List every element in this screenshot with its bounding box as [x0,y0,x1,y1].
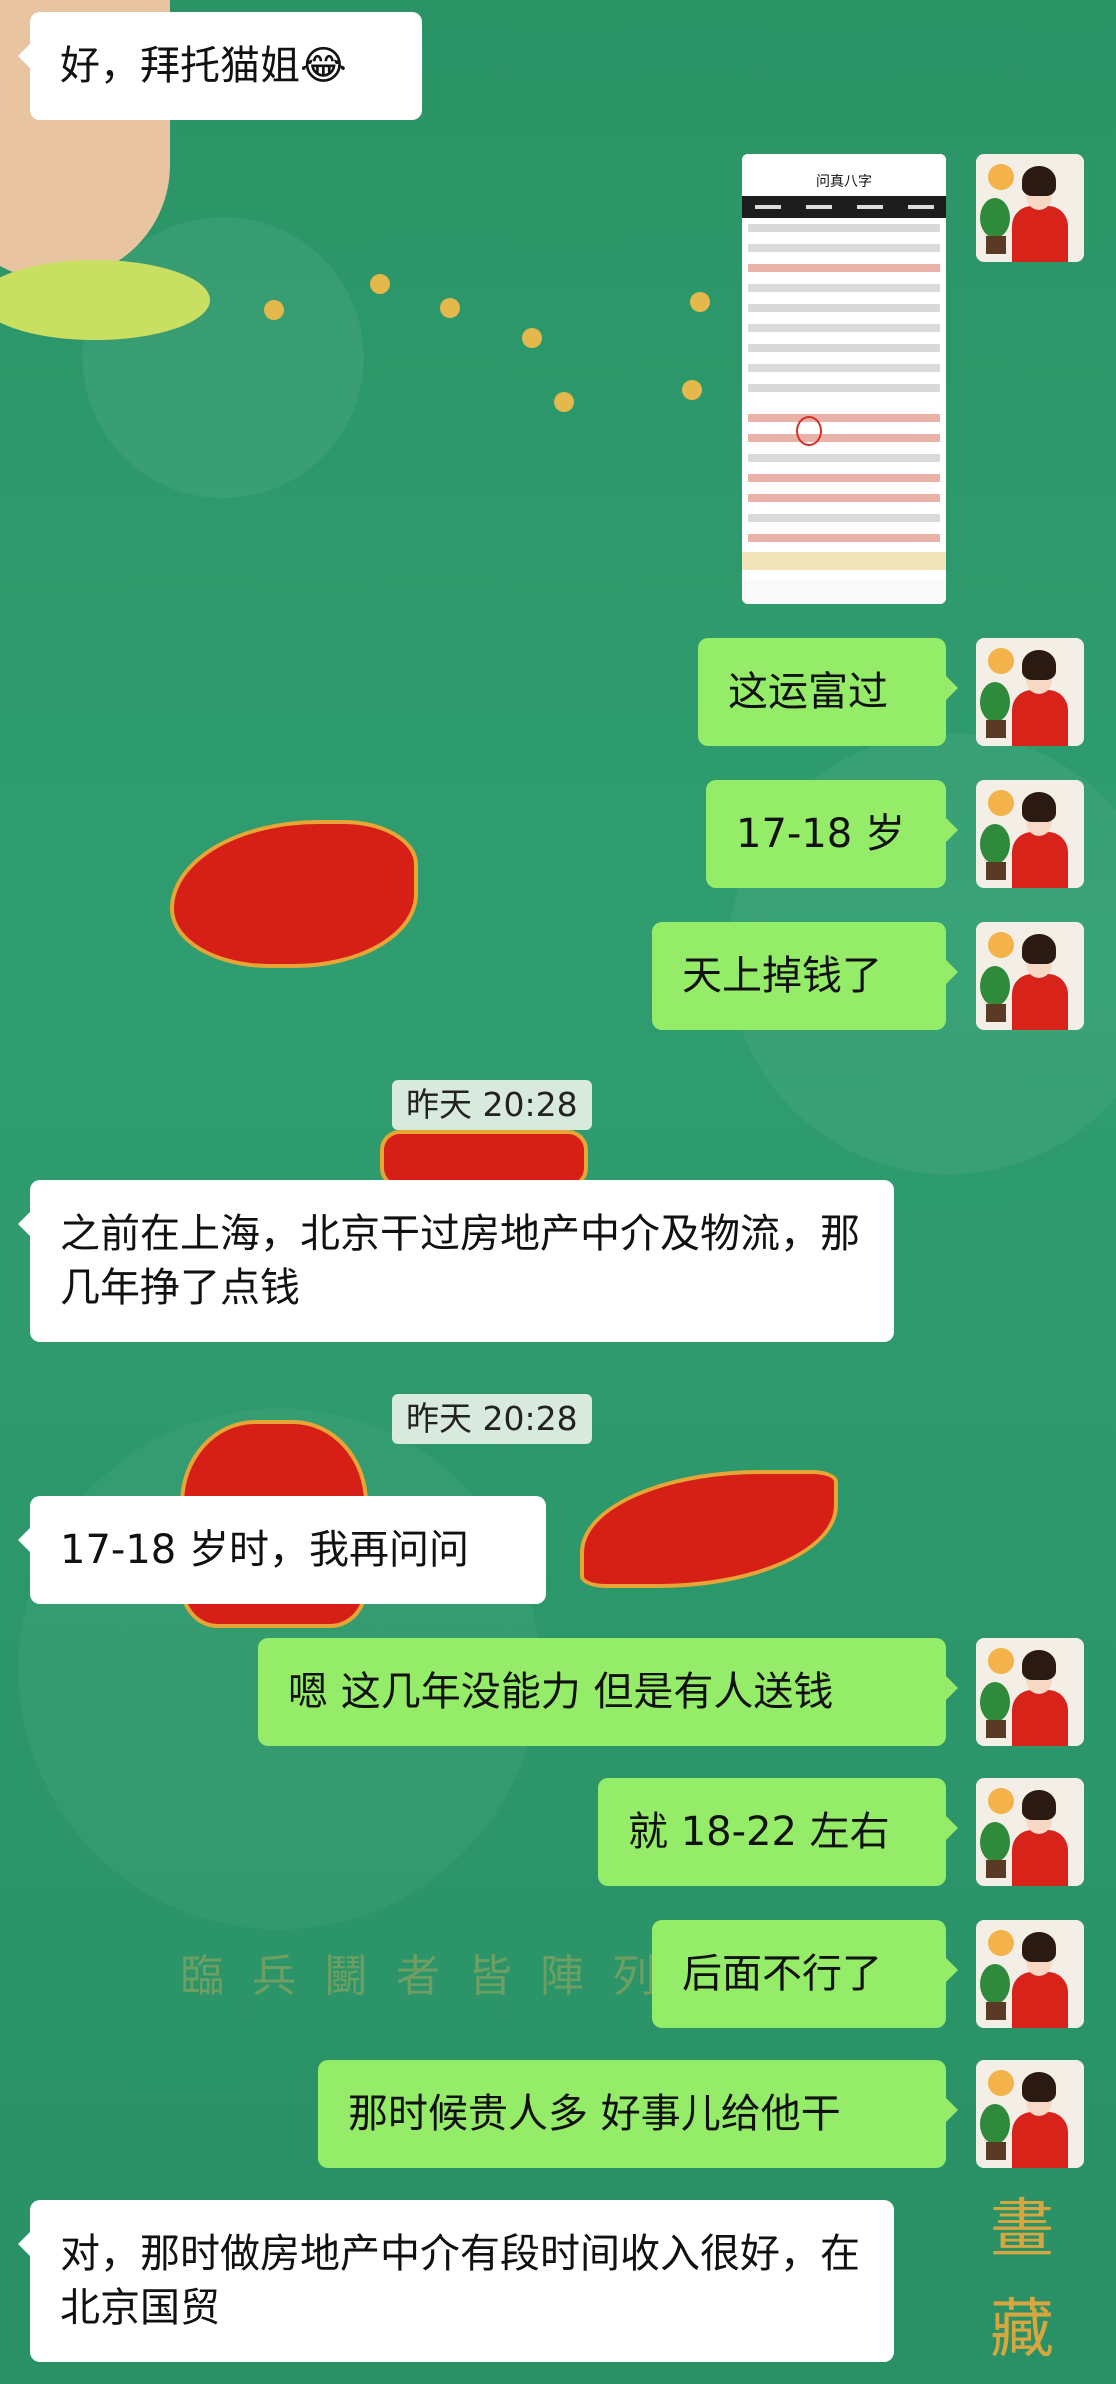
red-circle-mark-icon [796,416,822,446]
avatar[interactable] [976,780,1084,888]
message-bubble-incoming[interactable]: 17-18 岁时，我再问问 [18,1496,546,1604]
message-bubble-outgoing[interactable]: 这运富过 [698,638,958,746]
star-decoration [690,292,710,312]
message-bubble-outgoing[interactable]: 嗯 这几年没能力 但是有人送钱 [258,1638,958,1746]
star-decoration [554,392,574,412]
red-flame-decoration [170,820,418,968]
star-decoration [682,380,702,400]
bazi-screenshot-image[interactable]: 问真八字 [742,154,946,604]
red-leaf-decoration [580,1470,838,1588]
message-bubble-incoming[interactable]: 对，那时做房地产中介有段时间收入很好，在北京国贸 [18,2200,894,2362]
grass-decoration [0,260,210,340]
avatar[interactable] [976,1920,1084,2028]
message-bubble-outgoing[interactable]: 后面不行了 [652,1920,958,2028]
avatar[interactable] [976,154,1084,262]
avatar[interactable] [976,1638,1084,1746]
star-decoration [522,328,542,348]
message-bubble-outgoing[interactable]: 天上掉钱了 [652,922,958,1030]
avatar[interactable] [976,922,1084,1030]
message-timestamp: 昨天 20:28 [392,1394,592,1444]
star-decoration [264,300,284,320]
message-bubble-incoming[interactable]: 之前在上海，北京干过房地产中介及物流，那几年挣了点钱 [18,1180,894,1342]
avatar[interactable] [976,638,1084,746]
avatar[interactable] [976,1778,1084,1886]
message-bubble-outgoing[interactable]: 17-18 岁 [706,780,958,888]
message-bubble-outgoing[interactable]: 那时候贵人多 好事儿给他干 [318,2060,958,2168]
avatar[interactable] [976,2060,1084,2168]
message-timestamp: 昨天 20:28 [392,1080,592,1130]
star-decoration [370,274,390,294]
message-bubble-outgoing[interactable]: 就 18-22 左右 [598,1778,958,1886]
seal-decoration: 畫藏 [990,2193,1054,2367]
background-gold-text: 臨兵鬭者皆陣列 [180,1951,684,2002]
screenshot-title: 问真八字 [816,174,872,190]
star-decoration [440,298,460,318]
message-bubble-incoming[interactable]: 好，拜托猫姐😂 [18,12,422,120]
